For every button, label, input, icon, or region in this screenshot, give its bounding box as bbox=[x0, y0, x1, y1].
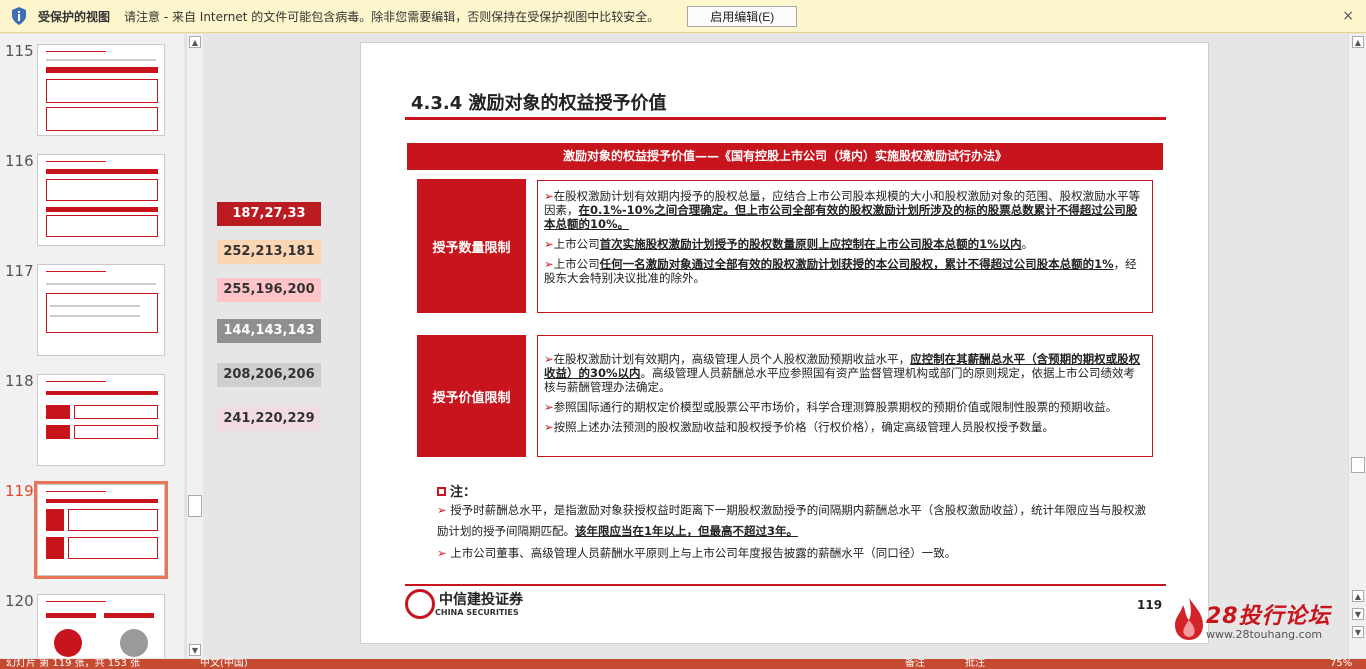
status-bar: 幻灯片 第 119 张，共 153 张 中文(中国) 备注 批注 75% bbox=[0, 659, 1366, 669]
notes-button[interactable]: 备注 bbox=[905, 659, 925, 669]
thumbnail-number: 118 bbox=[5, 372, 34, 390]
watermark: 28投行论坛 www.28touhang.com bbox=[1172, 596, 1331, 642]
protected-view-title: 受保护的视图 bbox=[38, 9, 111, 24]
close-icon[interactable]: × bbox=[1342, 8, 1354, 24]
slide-thumbnail-pane[interactable]: 115 116 117 118 119 120 bbox=[0, 34, 184, 658]
note-title: 注： bbox=[437, 481, 476, 500]
scrollbar-thumb[interactable] bbox=[1351, 457, 1365, 473]
color-swatch: 187,27,33 bbox=[217, 202, 321, 226]
label-box-value: 授予价值限制 bbox=[417, 335, 526, 457]
shield-icon bbox=[10, 5, 28, 27]
enable-editing-button[interactable]: 启用编辑(E) bbox=[687, 5, 798, 27]
slide-thumbnail-118[interactable] bbox=[37, 374, 165, 466]
note-item: ➢ 授予时薪酬总水平，是指激励对象获授权益时距离下一期股权激励授予的间隔期内薪酬… bbox=[437, 503, 1147, 538]
logo-emblem-icon bbox=[405, 589, 435, 619]
slide-editing-area: 187,27,33 252,213,181 255,196,200 144,14… bbox=[204, 34, 1348, 658]
slide-thumbnail-120[interactable] bbox=[37, 594, 165, 658]
scroll-up-arrow-icon[interactable]: ▲ bbox=[189, 36, 201, 48]
slide-thumbnail-117[interactable] bbox=[37, 264, 165, 356]
company-logo: 中信建投证券 CHINA SECURITIES bbox=[405, 589, 523, 619]
thumbnail-scrollbar[interactable]: ▲ ▼ bbox=[186, 34, 203, 658]
thumbnail-number: 119 bbox=[5, 482, 34, 500]
heading-divider bbox=[405, 117, 1166, 120]
thumbnail-number: 117 bbox=[5, 262, 34, 280]
protected-view-bar: 受保护的视图 请注意 - 来自 Internet 的文件可能包含病毒。除非您需要… bbox=[0, 0, 1366, 33]
comments-button[interactable]: 批注 bbox=[965, 659, 985, 669]
slide-info: 幻灯片 第 119 张，共 153 张 bbox=[6, 659, 141, 669]
slide-banner: 激励对象的权益授予价值——《国有控股上市公司（境内）实施股权激励试行办法》 bbox=[407, 143, 1163, 170]
slide-thumbnail-116[interactable] bbox=[37, 154, 165, 246]
content-box-value: ➢在股权激励计划有效期内，高级管理人员个人股权激励预期收益水平，应控制在其薪酬总… bbox=[537, 335, 1153, 457]
next-slide-icon[interactable]: ▼ bbox=[1352, 608, 1364, 620]
scroll-down-arrow-icon[interactable]: ▼ bbox=[1352, 626, 1364, 638]
scroll-up-arrow-icon[interactable]: ▲ bbox=[1352, 36, 1364, 48]
thumbnail-number: 120 bbox=[5, 592, 34, 610]
color-swatch: 252,213,181 bbox=[217, 240, 321, 264]
color-swatch: 144,143,143 bbox=[217, 319, 321, 343]
slide-heading: 4.3.4 激励对象的权益授予价值 bbox=[411, 93, 667, 114]
note-item: ➢ 上市公司董事、高级管理人员薪酬水平原则上与上市公司年度报告披露的薪酬水平（同… bbox=[437, 546, 957, 560]
protected-view-message: 请注意 - 来自 Internet 的文件可能包含病毒。除非您需要编辑，否则保持… bbox=[124, 9, 660, 24]
footer-divider bbox=[405, 584, 1166, 586]
color-swatch: 255,196,200 bbox=[217, 278, 321, 302]
flame-logo-icon bbox=[1175, 598, 1203, 640]
zoom-level[interactable]: 75% bbox=[1330, 659, 1352, 669]
previous-slide-icon[interactable]: ▲ bbox=[1352, 590, 1364, 602]
color-swatch: 208,206,206 bbox=[217, 363, 321, 387]
label-box-quantity: 授予数量限制 bbox=[417, 179, 526, 313]
slide-canvas[interactable]: 4.3.4 激励对象的权益授予价值 激励对象的权益授予价值——《国有控股上市公司… bbox=[360, 42, 1209, 644]
slide-scrollbar[interactable]: ▲ ▲ ▼ ▼ bbox=[1348, 34, 1366, 658]
color-swatch: 241,220,229 bbox=[217, 407, 321, 431]
thumbnail-number: 115 bbox=[5, 42, 34, 60]
language-indicator[interactable]: 中文(中国) bbox=[200, 659, 248, 669]
slide-thumbnail-119-active[interactable] bbox=[34, 481, 168, 579]
page-number: 119 bbox=[1137, 598, 1163, 612]
content-box-quantity: ➢在股权激励计划有效期内授予的股权总量，应结合上市公司股本规模的大小和股权激励对… bbox=[537, 180, 1153, 313]
scroll-down-arrow-icon[interactable]: ▼ bbox=[189, 644, 201, 656]
thumbnail-number: 116 bbox=[5, 152, 34, 170]
slide-thumbnail-115[interactable] bbox=[37, 44, 165, 136]
scrollbar-thumb[interactable] bbox=[188, 495, 202, 517]
